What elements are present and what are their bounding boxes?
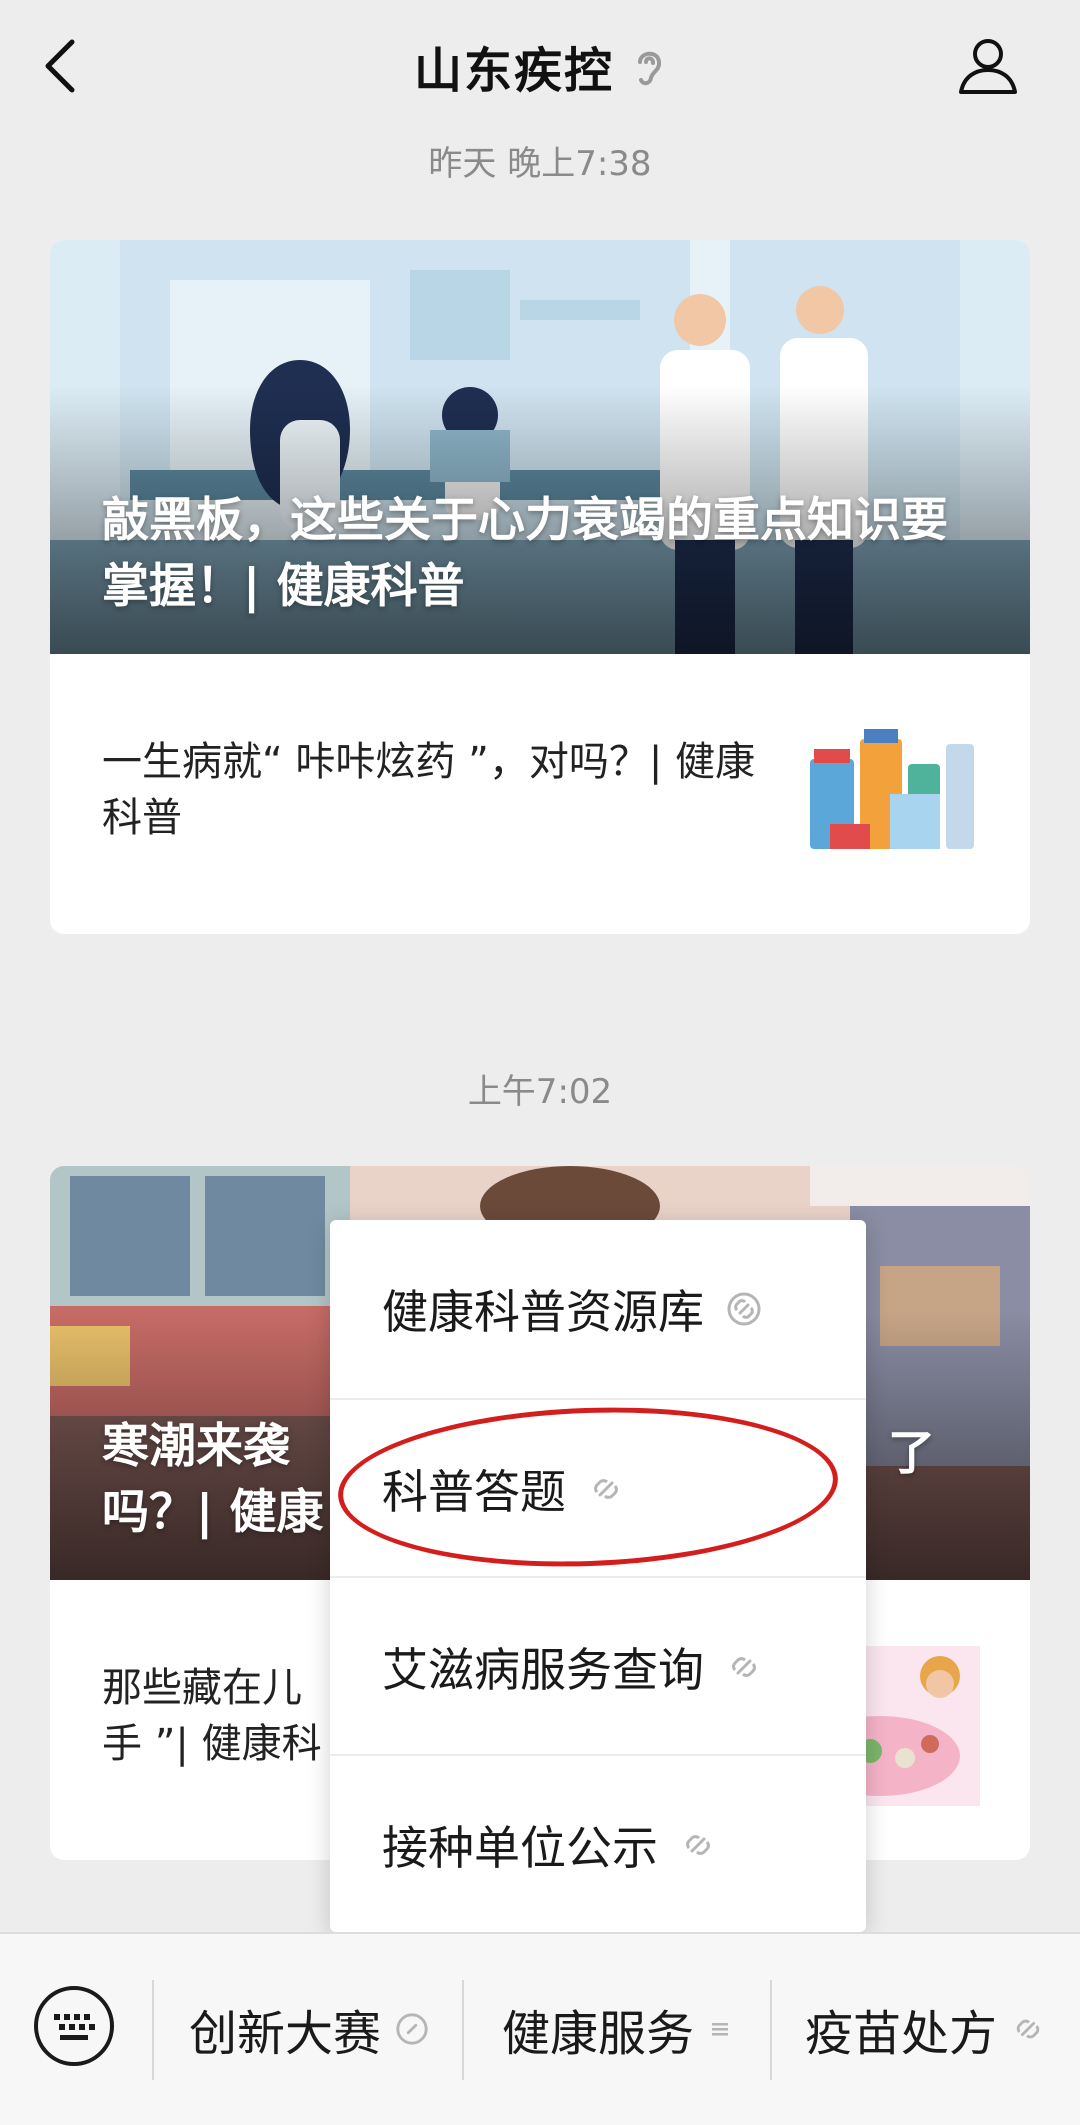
page-title: 山东疾控 (413, 43, 614, 99)
menu-lines-icon (712, 2023, 728, 2036)
menu-item-health-resource-library[interactable]: 健康科普资源库 (330, 1220, 866, 1398)
link-icon (732, 1657, 756, 1677)
link-icon (396, 2013, 428, 2045)
cover-title-line2: 吗？| 健康 (102, 1485, 324, 1540)
timestamp: 昨天 晚上7:38 (428, 144, 652, 184)
sub-article-title: 一生病就“ 咔咔炫药 ”，对吗？| 健康科普 (102, 739, 756, 841)
menu-item-vaccination-sites[interactable]: 接种单位公示 (330, 1756, 866, 1934)
link-icon (727, 1292, 761, 1326)
bottom-menu-health-service[interactable]: 健康服务 (464, 1964, 770, 2094)
ear-icon[interactable] (632, 44, 666, 88)
person-icon (959, 39, 1017, 94)
bottom-menu-vaccine-prescription[interactable]: 疫苗处方 (772, 1964, 1078, 2094)
bottom-menu-innovation-contest[interactable]: 创新大赛 (156, 1964, 462, 2094)
profile-button[interactable] (952, 26, 1024, 106)
menu-item-label: 健康科普资源库 (382, 1285, 704, 1339)
cover-title-line1: 寒潮来袭 (102, 1419, 290, 1474)
submenu-popup: 健康科普资源库 科普答题 艾滋病服务查询 接种单位公示 (330, 1220, 866, 1932)
sub-article-row[interactable]: 一生病就“ 咔咔炫药 ”，对吗？| 健康科普 (50, 654, 1030, 934)
header-bar: 山东疾控 (0, 0, 1080, 130)
menu-separator (152, 1980, 154, 2080)
timestamp: 上午7:02 (467, 1072, 613, 1112)
bottom-menu-label: 疫苗处方 (804, 2006, 997, 2062)
cover-title: 敲黑板，这些关于心力衰竭的重点知识要掌握！| 健康科普 (102, 493, 948, 614)
bottom-menu-label: 创新大赛 (188, 2006, 381, 2062)
keyboard-icon[interactable] (32, 1984, 116, 2068)
menu-item-label: 艾滋病服务查询 (382, 1643, 704, 1697)
bottom-menu-label: 健康服务 (501, 2006, 694, 2062)
article-card[interactable]: 敲黑板，这些关于心力衰竭的重点知识要掌握！| 健康科普 一生病就“ 咔咔炫药 ”… (50, 240, 1030, 934)
cover-title-right-fragment: 了 (888, 1426, 935, 1481)
link-icon (1016, 2019, 1040, 2039)
menu-item-aids-service-query[interactable]: 艾滋病服务查询 (330, 1578, 866, 1756)
sub-article-thumbnail (800, 704, 980, 884)
menu-item-label: 接种单位公示 (382, 1821, 658, 1875)
bottom-menu-bar: 创新大赛 健康服务 疫苗处方 (0, 1932, 1080, 2125)
link-icon (686, 1835, 710, 1855)
cover-image[interactable]: 敲黑板，这些关于心力衰竭的重点知识要掌握！| 健康科普 (50, 240, 1030, 654)
